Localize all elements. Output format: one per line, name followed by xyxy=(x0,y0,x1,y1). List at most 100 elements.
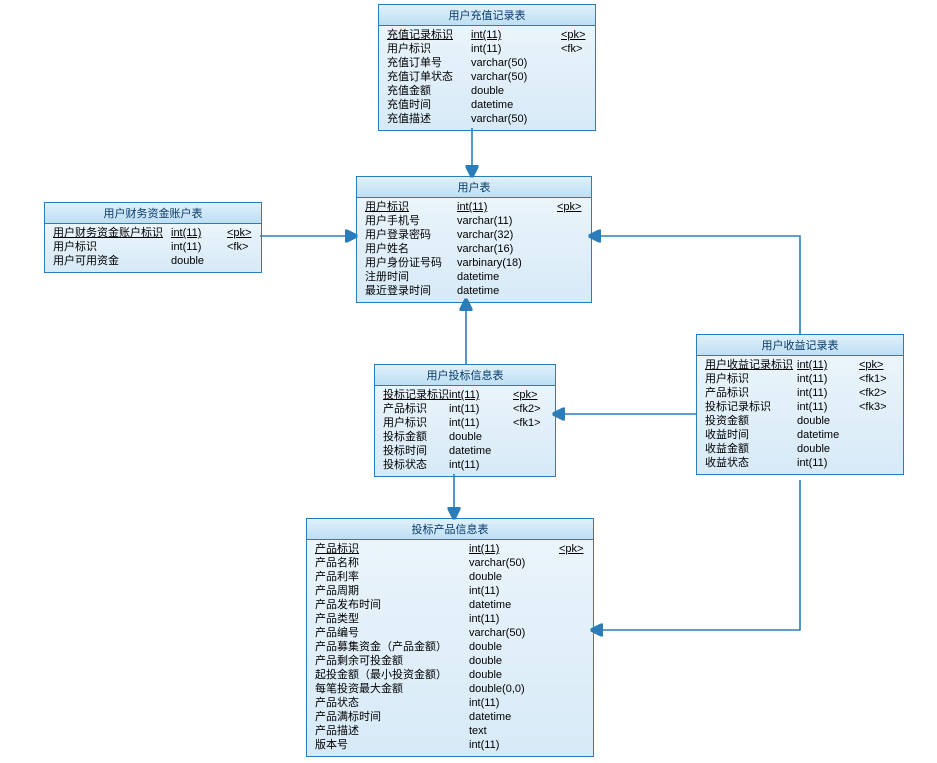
field-key: <fk1> xyxy=(507,416,553,430)
field-row: 用户标识int(11)<fk> xyxy=(53,240,253,254)
field-row: 产品状态int(11) xyxy=(315,696,585,710)
field-name: 最近登录时间 xyxy=(365,284,451,298)
field-name: 产品标识 xyxy=(315,542,463,556)
field-type: int(11) xyxy=(465,28,555,42)
field-row: 产品名称varchar(50) xyxy=(315,556,585,570)
field-name: 收益状态 xyxy=(705,456,791,470)
rel-income-product xyxy=(592,480,800,630)
field-type: int(11) xyxy=(791,400,853,414)
field-type: double xyxy=(463,654,553,668)
field-key: <fk3> xyxy=(853,400,901,414)
field-name: 投资金额 xyxy=(705,414,791,428)
field-key xyxy=(507,444,553,458)
field-name: 收益时间 xyxy=(705,428,791,442)
field-type: varchar(50) xyxy=(463,556,553,570)
field-key xyxy=(553,710,593,724)
field-name: 产品描述 xyxy=(315,724,463,738)
field-key: <pk> xyxy=(221,226,261,240)
field-type: double xyxy=(791,442,853,456)
field-name: 用户标识 xyxy=(53,240,165,254)
field-name: 投标时间 xyxy=(383,444,443,458)
field-name: 充值金额 xyxy=(387,84,465,98)
field-key: <pk> xyxy=(853,358,901,372)
field-key: <fk1> xyxy=(853,372,901,386)
entity-account: 用户财务资金账户表 用户财务资金账户标识int(11)<pk>用户标识int(1… xyxy=(44,202,262,273)
field-key xyxy=(551,242,591,256)
field-type: int(11) xyxy=(465,42,555,56)
field-row: 版本号int(11) xyxy=(315,738,585,752)
field-key xyxy=(551,284,591,298)
field-name: 充值描述 xyxy=(387,112,465,126)
field-row: 充值订单状态varchar(50) xyxy=(387,70,587,84)
field-type: int(11) xyxy=(443,458,507,472)
field-name: 产品满标时间 xyxy=(315,710,463,724)
field-row: 充值描述varchar(50) xyxy=(387,112,587,126)
entity-user: 用户表 用户标识int(11)<pk>用户手机号varchar(11)用户登录密… xyxy=(356,176,592,303)
field-key xyxy=(553,570,593,584)
field-key xyxy=(551,214,591,228)
field-name: 用户收益记录标识 xyxy=(705,358,791,372)
field-row: 用户收益记录标识int(11)<pk> xyxy=(705,358,895,372)
field-row: 用户可用资金double xyxy=(53,254,253,268)
field-key xyxy=(555,112,595,126)
field-row: 产品剩余可投金额double xyxy=(315,654,585,668)
field-key xyxy=(555,98,595,112)
field-row: 产品编号varchar(50) xyxy=(315,626,585,640)
field-name: 充值时间 xyxy=(387,98,465,112)
field-type: varchar(50) xyxy=(465,112,555,126)
entity-bid: 用户投标信息表 投标记录标识int(11)<pk>产品标识int(11)<fk2… xyxy=(374,364,556,477)
field-row: 产品标识int(11)<pk> xyxy=(315,542,585,556)
field-key: <fk2> xyxy=(853,386,901,400)
field-row: 注册时间datetime xyxy=(365,270,583,284)
field-row: 投标金额double xyxy=(383,430,547,444)
field-name: 用户标识 xyxy=(365,200,451,214)
field-name: 注册时间 xyxy=(365,270,451,284)
field-type: datetime xyxy=(463,710,553,724)
field-row: 用户手机号varchar(11) xyxy=(365,214,583,228)
entity-income: 用户收益记录表 用户收益记录标识int(11)<pk>用户标识int(11)<f… xyxy=(696,334,904,475)
field-key xyxy=(555,70,595,84)
field-row: 收益状态int(11) xyxy=(705,456,895,470)
field-name: 产品周期 xyxy=(315,584,463,598)
field-key: <fk> xyxy=(221,240,261,254)
field-key: <pk> xyxy=(551,200,591,214)
field-row: 产品标识int(11)<fk2> xyxy=(705,386,895,400)
field-key xyxy=(553,696,593,710)
entity-title: 用户表 xyxy=(357,177,591,198)
entity-title: 用户财务资金账户表 xyxy=(45,203,261,224)
field-row: 充值金额double xyxy=(387,84,587,98)
field-name: 用户标识 xyxy=(705,372,791,386)
field-key xyxy=(853,414,901,428)
field-name: 起投金额（最小投资金额） xyxy=(315,668,463,682)
entity-body: 用户收益记录标识int(11)<pk>用户标识int(11)<fk1>产品标识i… xyxy=(697,356,903,474)
field-type: datetime xyxy=(463,598,553,612)
field-key xyxy=(555,84,595,98)
field-type: int(11) xyxy=(463,696,553,710)
entity-title: 投标产品信息表 xyxy=(307,519,593,540)
field-row: 产品描述text xyxy=(315,724,585,738)
field-type: varchar(11) xyxy=(451,214,551,228)
field-key xyxy=(553,640,593,654)
field-name: 投标状态 xyxy=(383,458,443,472)
field-type: int(11) xyxy=(165,226,221,240)
field-name: 收益金额 xyxy=(705,442,791,456)
field-row: 投标时间datetime xyxy=(383,444,547,458)
entity-body: 用户财务资金账户标识int(11)<pk>用户标识int(11)<fk>用户可用… xyxy=(45,224,261,272)
field-key xyxy=(221,254,261,268)
field-type: datetime xyxy=(465,98,555,112)
field-name: 用户姓名 xyxy=(365,242,451,256)
field-key xyxy=(553,598,593,612)
field-name: 产品剩余可投金额 xyxy=(315,654,463,668)
field-key xyxy=(507,430,553,444)
field-type: int(11) xyxy=(463,738,553,752)
field-type: int(11) xyxy=(443,402,507,416)
field-row: 用户标识int(11)<fk1> xyxy=(705,372,895,386)
field-name: 用户标识 xyxy=(387,42,465,56)
field-row: 投标记录标识int(11)<pk> xyxy=(383,388,547,402)
field-type: double xyxy=(463,570,553,584)
field-name: 用户标识 xyxy=(383,416,443,430)
field-key xyxy=(551,228,591,242)
field-row: 充值时间datetime xyxy=(387,98,587,112)
field-type: varchar(16) xyxy=(451,242,551,256)
field-key: <pk> xyxy=(555,28,595,42)
